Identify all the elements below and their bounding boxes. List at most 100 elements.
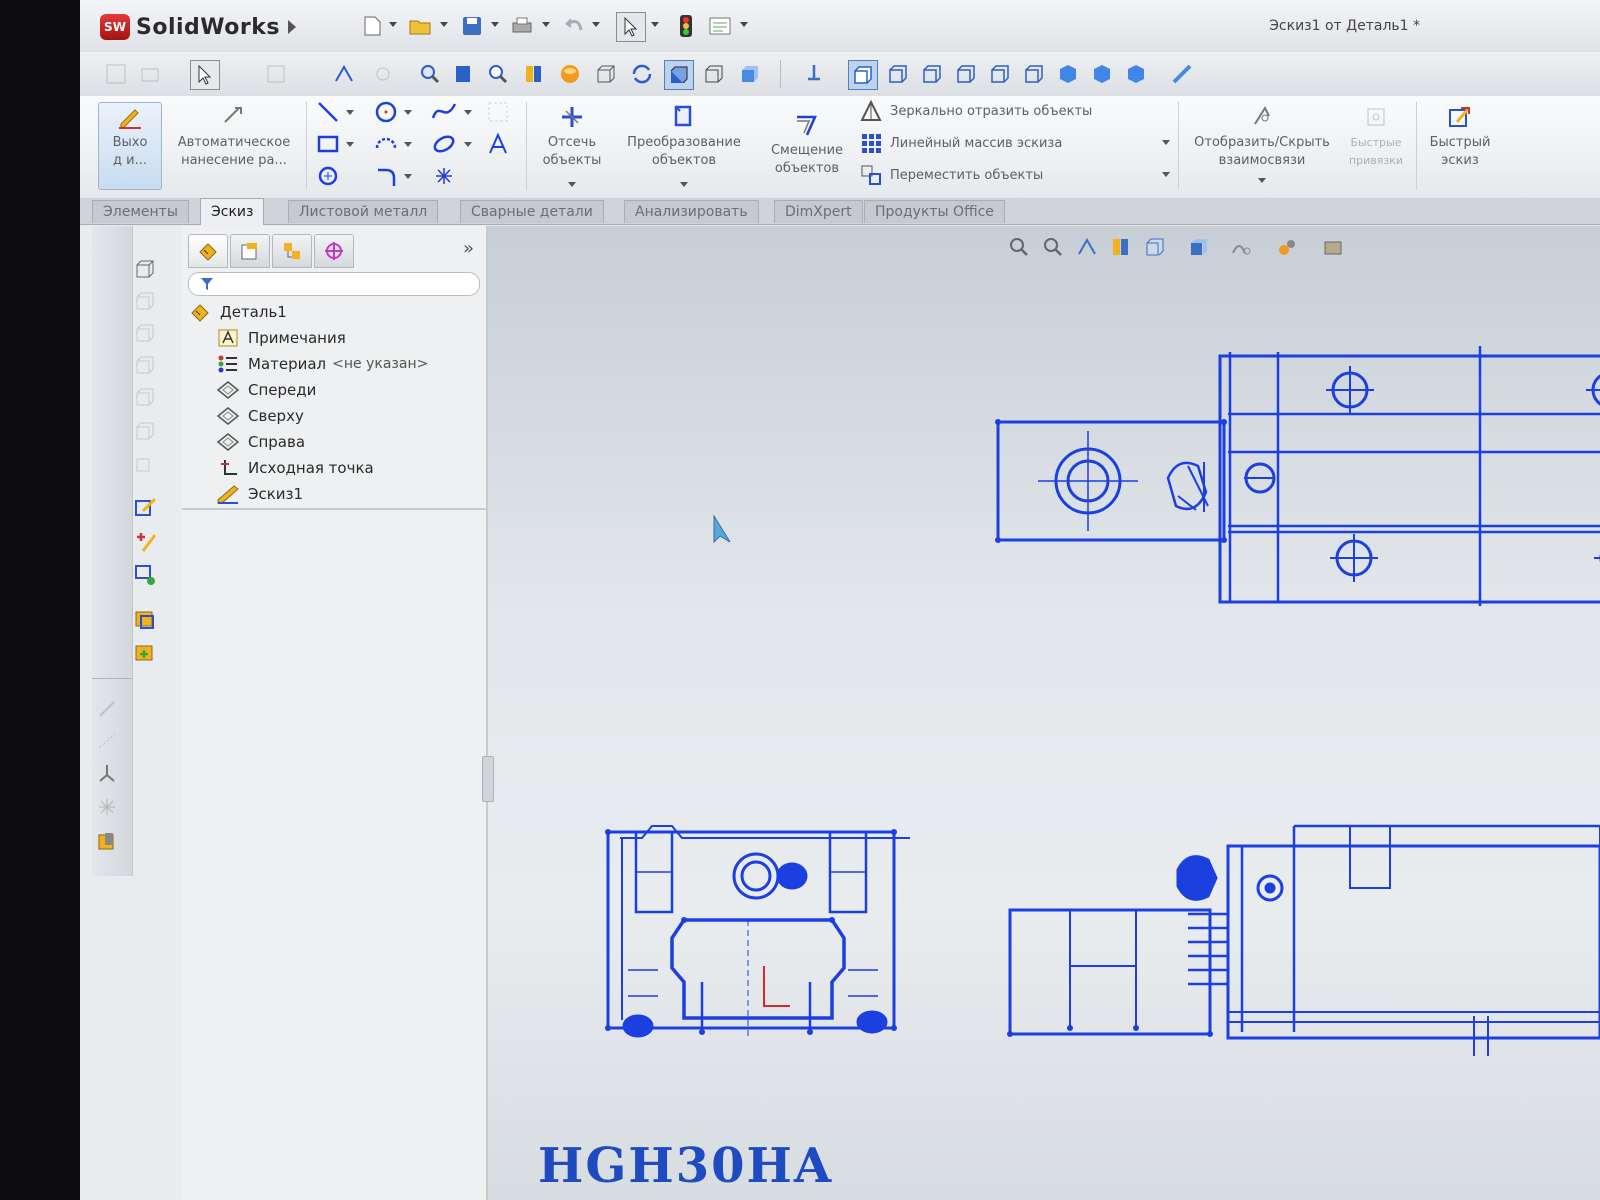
box-select-icon[interactable] — [94, 828, 120, 854]
cube-view-icon-4[interactable] — [132, 352, 158, 378]
dashed-box-icon[interactable] — [484, 98, 512, 126]
appearance-sphere-icon[interactable] — [556, 60, 584, 88]
tab-evaluate[interactable]: Анализировать — [624, 200, 759, 223]
tree-item-material[interactable]: Материал <не указан> — [216, 352, 428, 376]
tree-root-part[interactable]: Деталь1 — [188, 300, 287, 324]
grid-icon[interactable] — [102, 60, 130, 88]
view-right-icon[interactable] — [952, 60, 980, 88]
tree-item-origin[interactable]: Исходная точка — [216, 456, 374, 480]
rapid-sketch-icon — [1449, 107, 1471, 127]
sketch-drawing[interactable] — [488, 226, 1600, 1200]
select-button[interactable] — [616, 12, 646, 42]
tree-item-annotations[interactable]: Примечания — [216, 326, 346, 350]
trim-entities-button[interactable]: Отсечь объекты — [530, 100, 614, 187]
snap-star-icon[interactable] — [94, 794, 120, 820]
zoom-icon[interactable] — [416, 60, 444, 88]
zoom-to-area-icon[interactable] — [484, 60, 512, 88]
circle-tool[interactable] — [372, 98, 400, 126]
arc-tool[interactable] — [372, 130, 400, 158]
tab-weldments[interactable]: Сварные детали — [460, 200, 604, 223]
tree-item-front-plane[interactable]: Спереди — [216, 378, 316, 402]
add-relation-icon[interactable] — [132, 528, 158, 554]
property-manager-tab[interactable] — [230, 234, 270, 268]
tab-sheet-metal[interactable]: Листовой металл — [288, 200, 439, 223]
cube-view-icon-6[interactable] — [132, 418, 158, 444]
view-trimetric-icon[interactable] — [1088, 60, 1116, 88]
rectangle-tool[interactable] — [314, 130, 342, 158]
new-document-button[interactable] — [358, 12, 386, 40]
hidden-lines-icon[interactable] — [700, 60, 728, 88]
view-bottom-icon[interactable] — [1020, 60, 1048, 88]
options-button[interactable] — [706, 12, 734, 40]
zoom-area-icon[interactable] — [370, 60, 398, 88]
shaded-cube-icon[interactable] — [736, 60, 764, 88]
offset-entities-button[interactable]: Смещение объектов — [760, 108, 854, 178]
expand-panel-chevron-icon[interactable]: » — [463, 238, 474, 259]
linear-pattern-button[interactable]: Линейный массив эскиза — [858, 128, 1062, 158]
text-tool[interactable] — [484, 130, 512, 158]
display-relations-button[interactable]: Отобразить/Скрыть взаимосвязи — [1182, 100, 1342, 183]
rapid-sketch-button[interactable]: Быстрый эскиз — [1420, 100, 1500, 170]
move-entities-button[interactable]: Переместить объекты — [858, 160, 1043, 190]
feature-tree-tab[interactable] — [188, 234, 228, 268]
print-button[interactable] — [508, 12, 536, 40]
graphics-area[interactable]: HGH30HA — [488, 226, 1600, 1200]
tree-item-top-plane[interactable]: Сверху — [216, 404, 304, 428]
view-left-icon[interactable] — [918, 60, 946, 88]
fillet-tool[interactable] — [372, 162, 400, 190]
cube-view-icon[interactable] — [132, 256, 158, 282]
save-button[interactable] — [458, 12, 486, 40]
tree-filter-input[interactable] — [188, 272, 480, 296]
disabled-tool-icon[interactable] — [94, 696, 120, 722]
section-view-icon[interactable] — [520, 60, 548, 88]
convert-entities-button[interactable]: Преобразование объектов — [616, 100, 752, 187]
insert-block-icon[interactable] — [132, 640, 158, 666]
panel-splitter-handle[interactable] — [482, 756, 494, 802]
line-tool[interactable] — [314, 98, 342, 126]
tab-office-products[interactable]: Продукты Office — [864, 200, 1005, 223]
undo-button[interactable] — [560, 12, 588, 40]
ellipse-tool[interactable] — [430, 130, 458, 158]
cube-view-icon-3[interactable] — [132, 320, 158, 346]
measure-icon[interactable] — [1168, 60, 1196, 88]
view-top-icon[interactable] — [986, 60, 1014, 88]
shaded-with-edges-icon[interactable] — [664, 60, 694, 90]
cube-view-icon-2[interactable] — [132, 288, 158, 314]
rebuild-button[interactable] — [672, 12, 700, 40]
mirror-entities-button[interactable]: Зеркально отразить объекты — [858, 96, 1092, 126]
filter-icon[interactable] — [262, 60, 290, 88]
disabled-line-icon[interactable] — [94, 728, 120, 754]
view-isometric-icon[interactable] — [1054, 60, 1082, 88]
cube-view-icon-7[interactable] — [132, 450, 158, 476]
view-front-icon[interactable] — [848, 60, 878, 90]
normal-to-icon[interactable] — [800, 60, 828, 88]
sketch-icon — [217, 485, 239, 504]
smart-dimension-button[interactable]: Автоматическое нанесение ра... — [166, 100, 302, 170]
polygon-tool[interactable] — [314, 162, 342, 190]
view-dimetric-icon[interactable] — [1122, 60, 1150, 88]
spline-tool[interactable] — [430, 98, 458, 126]
wireframe-cube-icon[interactable] — [592, 60, 620, 88]
dimxpert-tab[interactable] — [314, 234, 354, 268]
tab-features[interactable]: Элементы — [92, 200, 189, 223]
tree-item-sketch1[interactable]: Эскиз1 — [216, 482, 303, 506]
open-button[interactable] — [406, 12, 434, 40]
previous-view-icon[interactable] — [450, 60, 478, 88]
block-icon[interactable] — [132, 606, 158, 632]
point-tool[interactable] — [430, 162, 458, 190]
app-menu-button[interactable]: SW SolidWorks — [100, 14, 296, 40]
repair-sketch-icon[interactable] — [132, 562, 158, 588]
rotate-view-icon[interactable] — [628, 60, 656, 88]
view-back-icon[interactable] — [884, 60, 912, 88]
tree-item-right-plane[interactable]: Справа — [216, 430, 305, 454]
tab-dimxpert[interactable]: DimXpert — [774, 200, 863, 223]
cube-view-icon-5[interactable] — [132, 384, 158, 410]
layers-icon[interactable] — [136, 60, 164, 88]
configuration-manager-tab[interactable] — [272, 234, 312, 268]
zoom-fit-icon[interactable] — [330, 60, 358, 88]
sketch-edit-icon[interactable] — [132, 494, 158, 520]
origin-axis-icon[interactable] — [94, 760, 120, 786]
tab-sketch[interactable]: Эскиз — [200, 198, 265, 225]
quick-snaps-button[interactable]: Быстрые привязки — [1342, 100, 1410, 170]
select-filter-button[interactable] — [190, 60, 220, 90]
